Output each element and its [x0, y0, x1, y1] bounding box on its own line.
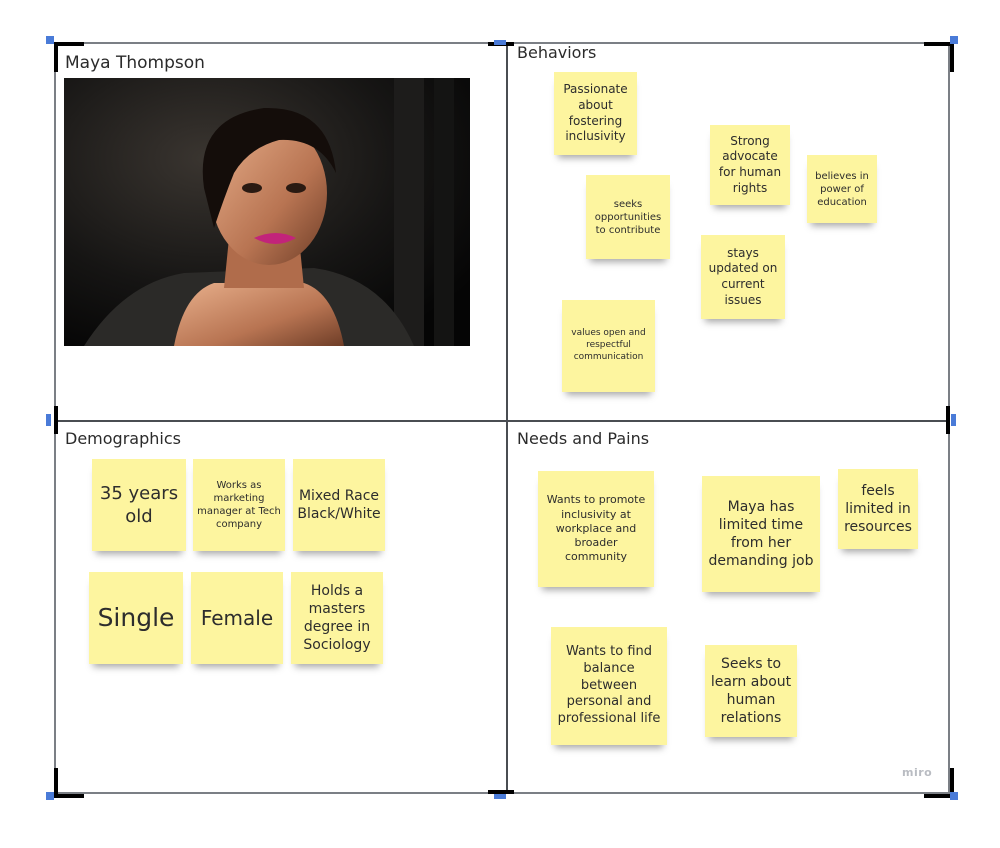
selection-corner-top-right[interactable] — [924, 42, 954, 72]
sticky-note[interactable]: Seeks to learn about human relations — [705, 645, 797, 737]
sticky-note[interactable]: Female — [191, 572, 283, 664]
sticky-note[interactable]: values open and respectful communication — [562, 300, 655, 392]
sticky-note[interactable]: believes in power of education — [807, 155, 877, 223]
sticky-note[interactable]: Holds a masters degree in Sociology — [291, 572, 383, 664]
vertical-divider — [506, 42, 508, 794]
sticky-note[interactable]: Mixed Race Black/White — [293, 459, 385, 551]
sticky-note[interactable]: stays updated on current issues — [701, 235, 785, 319]
sticky-note[interactable]: Single — [89, 572, 183, 664]
portrait-image — [64, 78, 470, 346]
sticky-note[interactable]: Passionate about fostering inclusivity — [554, 72, 637, 155]
selection-edge-left[interactable] — [54, 406, 58, 434]
needs-pains-title: Needs and Pains — [517, 429, 650, 448]
resize-handle-top[interactable] — [494, 40, 506, 45]
behaviors-title: Behaviors — [517, 43, 597, 62]
selection-corner-bottom-left[interactable] — [54, 768, 84, 798]
sticky-note[interactable]: Wants to find balance between personal a… — [551, 627, 667, 745]
resize-handle-bottom-left[interactable] — [46, 792, 54, 800]
sticky-note[interactable]: Wants to promote inclusivity at workplac… — [538, 471, 654, 587]
resize-handle-top-left[interactable] — [46, 36, 54, 44]
persona-name: Maya Thompson — [65, 53, 205, 73]
resize-handle-bottom-right[interactable] — [950, 792, 958, 800]
resize-handle-left[interactable] — [46, 414, 51, 426]
sticky-note[interactable]: Strong advocate for human rights — [710, 125, 790, 205]
sticky-note[interactable]: Works as marketing manager at Tech compa… — [193, 459, 285, 551]
sticky-note[interactable]: seeks opportunities to contribute — [586, 175, 670, 259]
sticky-note[interactable]: 35 years old — [92, 459, 186, 551]
resize-handle-right[interactable] — [951, 414, 956, 426]
selection-edge-right[interactable] — [946, 406, 950, 434]
resize-handle-bottom[interactable] — [494, 794, 506, 799]
horizontal-divider — [54, 420, 950, 422]
miro-watermark: miro — [902, 766, 933, 779]
persona-photo[interactable] — [64, 78, 470, 346]
resize-handle-top-right[interactable] — [950, 36, 958, 44]
sticky-note[interactable]: feels limited in resources — [838, 469, 918, 549]
demographics-title: Demographics — [65, 429, 181, 448]
sticky-note[interactable]: Maya has limited time from her demanding… — [702, 476, 820, 592]
